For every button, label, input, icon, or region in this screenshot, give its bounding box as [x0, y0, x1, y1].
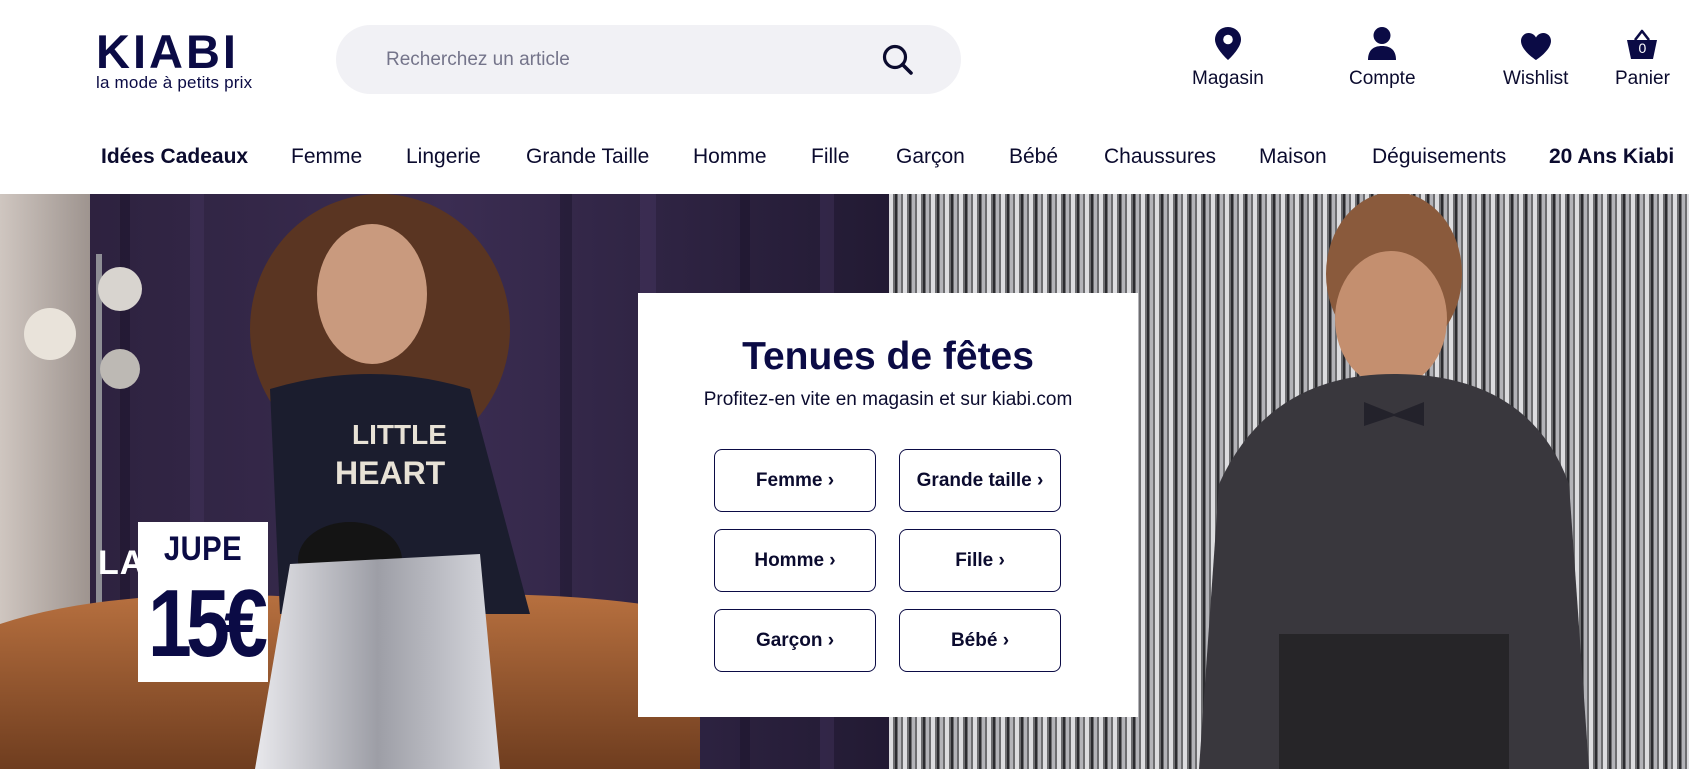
category-button-fille[interactable]: Fille › [899, 529, 1061, 592]
logo-wordmark: KIABI [96, 25, 239, 78]
category-button-homme[interactable]: Homme › [714, 529, 876, 592]
main-navigation: Idées Cadeaux Femme Lingerie Grande Tail… [0, 118, 1689, 194]
store-locator-link[interactable]: Magasin [1192, 26, 1264, 90]
cart-label: Panier [1615, 68, 1670, 89]
nav-item-lingerie[interactable]: Lingerie [406, 145, 481, 169]
holiday-outfits-card: Tenues de fêtes Profitez-en vite en maga… [638, 293, 1138, 717]
category-button-bebe[interactable]: Bébé › [899, 609, 1061, 672]
cart-link[interactable]: 0 Panier [1615, 26, 1670, 90]
nav-item-chaussures[interactable]: Chaussures [1104, 145, 1216, 169]
nav-item-20-ans-kiabi[interactable]: 20 Ans Kiabi [1549, 145, 1674, 169]
hero-banner[interactable]: LITTLE HEART LA JUPE 15€ Tenues de fêtes… [0, 194, 1689, 769]
category-button-femme[interactable]: Femme › [714, 449, 876, 512]
nav-item-fille[interactable]: Fille [811, 145, 850, 169]
category-button-garcon[interactable]: Garçon › [714, 609, 876, 672]
nav-item-maison[interactable]: Maison [1259, 145, 1327, 169]
heart-icon [1520, 26, 1552, 60]
store-label: Magasin [1192, 68, 1264, 89]
nav-item-femme[interactable]: Femme [291, 145, 362, 169]
account-link[interactable]: Compte [1349, 26, 1416, 90]
card-title: Tenues de fêtes [742, 335, 1034, 378]
svg-text:HEART: HEART [335, 455, 446, 491]
promo-product: JUPE [163, 530, 243, 568]
wishlist-link[interactable]: Wishlist [1503, 26, 1568, 90]
kiabi-logo[interactable]: KIABI la mode à petits prix [96, 25, 266, 92]
nav-item-deguisements[interactable]: Déguisements [1372, 145, 1506, 169]
nav-item-bebe[interactable]: Bébé [1009, 145, 1058, 169]
nav-item-idees-cadeaux[interactable]: Idées Cadeaux [101, 145, 248, 169]
nav-item-homme[interactable]: Homme [693, 145, 767, 169]
wishlist-label: Wishlist [1503, 68, 1569, 89]
site-header: KIABI la mode à petits prix Magasin [0, 0, 1689, 118]
search-input[interactable] [336, 39, 856, 80]
search-icon[interactable] [881, 43, 915, 77]
card-subtitle: Profitez-en vite en magasin et sur kiabi… [703, 389, 1073, 410]
price-promo-badge[interactable]: LA JUPE 15€ [98, 522, 268, 682]
basket-icon: 0 [1626, 26, 1658, 60]
svg-text:LITTLE: LITTLE [352, 419, 447, 450]
search-bar [336, 25, 961, 94]
nav-item-grande-taille[interactable]: Grande Taille [526, 145, 649, 169]
category-button-grande-taille[interactable]: Grande taille › [899, 449, 1061, 512]
promo-box: JUPE 15€ [138, 522, 268, 682]
user-icon [1366, 26, 1398, 60]
map-pin-icon [1212, 26, 1244, 60]
nav-item-garcon[interactable]: Garçon [896, 145, 965, 169]
promo-price: 15€ [148, 570, 268, 677]
cart-count: 0 [1638, 40, 1647, 56]
logo-tagline: la mode à petits prix [96, 73, 253, 92]
account-label: Compte [1349, 68, 1416, 89]
